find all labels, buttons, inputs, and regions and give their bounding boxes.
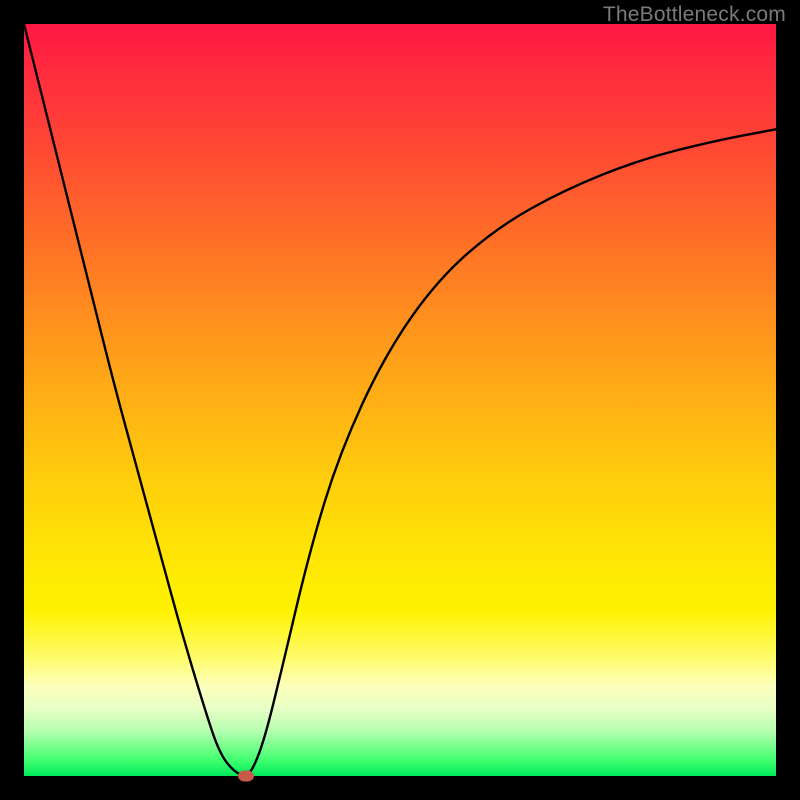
plot-area [24, 24, 776, 776]
min-point-marker [238, 771, 254, 782]
chart-stage: TheBottleneck.com [0, 0, 800, 800]
bottleneck-curve [24, 24, 776, 776]
